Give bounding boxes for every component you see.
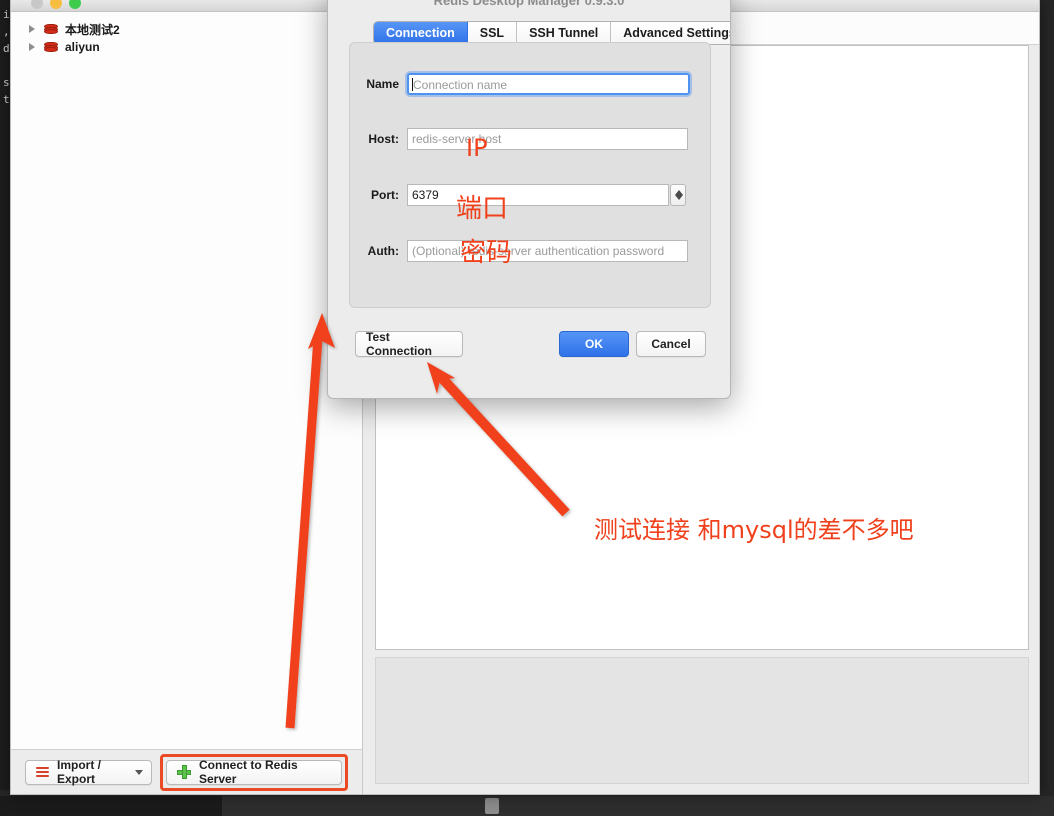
host-input[interactable]: redis-server host: [407, 128, 688, 150]
annotation-caption: 测试连接 和mysql的差不多吧: [594, 516, 914, 544]
redis-logo-icon: [44, 41, 58, 53]
plus-icon: [177, 765, 191, 779]
annotation-ip-label: IP: [466, 134, 488, 162]
stepper-down-icon[interactable]: [675, 195, 683, 200]
annotation-password-label: 密码: [460, 238, 513, 268]
tree-item-connection[interactable]: aliyun: [11, 38, 362, 56]
connect-button-label: Connect to Redis Server: [199, 758, 298, 786]
horizontal-scrollbar-thumb[interactable]: [485, 798, 499, 814]
sidebar-footer-toolbar: Import / Export Connect to Redis Server: [11, 749, 362, 794]
host-field-row: Host: redis-server host: [350, 128, 710, 150]
port-field-row: Port: 6379: [350, 184, 710, 206]
port-label: Port:: [371, 188, 399, 202]
tab-ssh-tunnel[interactable]: SSH Tunnel: [517, 22, 612, 44]
name-input[interactable]: Connection name: [407, 73, 690, 95]
connections-tree[interactable]: 本地测试2 aliyun: [11, 12, 362, 749]
port-stepper[interactable]: [670, 184, 686, 206]
tab-advanced-settings[interactable]: Advanced Settings: [611, 22, 730, 44]
auth-input[interactable]: (Optional) redis-server authentication p…: [407, 240, 688, 262]
tree-item-label: 本地测试2: [65, 22, 120, 37]
connections-sidebar: 本地测试2 aliyun Import / Export Connect to: [11, 12, 363, 794]
cancel-button[interactable]: Cancel: [636, 331, 706, 357]
taskbar-dark-region: [0, 796, 222, 816]
ok-button[interactable]: OK: [559, 331, 629, 357]
content-gray-panel: [375, 657, 1029, 784]
tab-ssl[interactable]: SSL: [467, 22, 518, 44]
redis-logo-icon: [44, 23, 58, 35]
close-button-icon[interactable]: [31, 0, 43, 9]
connect-to-redis-server-button[interactable]: Connect to Redis Server: [166, 758, 342, 786]
connect-button-highlight: Connect to Redis Server: [160, 753, 348, 791]
taskbar-strip: [0, 796, 1054, 816]
import-export-label: Import / Export: [57, 758, 101, 786]
name-label: Name: [366, 77, 399, 91]
connection-form-panel: Name Connection name Host: redis-server …: [349, 42, 711, 308]
import-export-button[interactable]: Import / Export: [25, 758, 152, 786]
auth-label: Auth:: [367, 244, 399, 258]
tree-item-connection[interactable]: 本地测试2: [11, 20, 362, 38]
host-label: Host:: [368, 132, 399, 146]
minimize-button-icon[interactable]: [50, 0, 62, 9]
dialog-footer: Test Connection OK Cancel: [328, 330, 730, 361]
port-input[interactable]: 6379: [407, 184, 669, 206]
chevron-down-icon[interactable]: [135, 769, 143, 775]
tab-connection[interactable]: Connection: [374, 22, 468, 44]
chevron-right-icon[interactable]: [29, 25, 35, 33]
tree-item-label: aliyun: [65, 40, 100, 54]
annotation-port-label: 端口: [456, 194, 509, 224]
dialog-title: Redis Desktop Manager 0.9.3.0: [433, 0, 625, 8]
connection-settings-dialog: Redis Desktop Manager 0.9.3.0 Connection…: [327, 0, 731, 399]
test-connection-button[interactable]: Test Connection: [355, 330, 463, 358]
chevron-right-icon[interactable]: [29, 43, 35, 51]
auth-field-row: Auth: (Optional) redis-server authentica…: [350, 240, 710, 262]
zoom-button-icon[interactable]: [69, 0, 81, 9]
hamburger-icon: [36, 766, 49, 778]
name-field-row: Name Connection name: [350, 73, 710, 95]
text-caret: [412, 78, 413, 91]
